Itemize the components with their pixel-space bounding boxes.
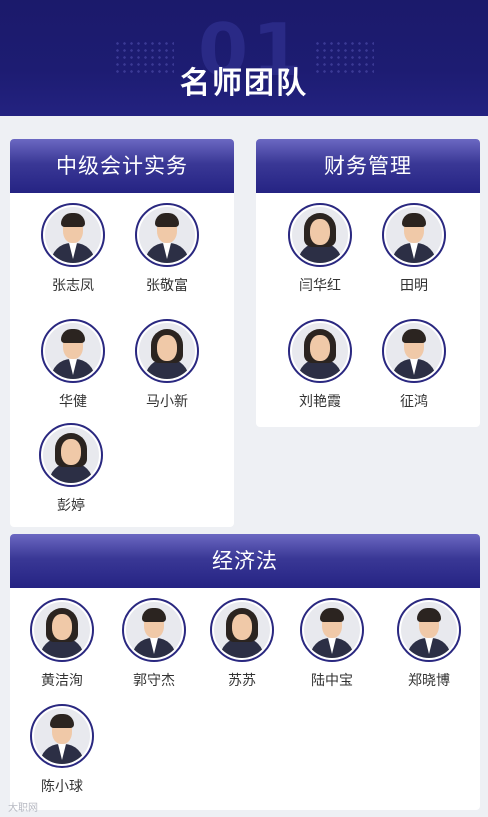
teacher-card[interactable]: 刘艳霞 (280, 319, 360, 411)
teacher-card[interactable]: 郭守杰 (114, 598, 194, 690)
teacher-card[interactable]: 华健 (33, 319, 113, 411)
teacher-name: 郑晓博 (408, 673, 450, 689)
teacher-name: 张志凤 (52, 278, 94, 294)
teacher-name: 陈小球 (41, 779, 83, 795)
panel-title-zhongji: 中级会计实务 (10, 139, 234, 193)
teacher-card[interactable]: 黄洁洵 (22, 598, 102, 690)
teacher-avatar (30, 598, 94, 662)
panel-caiwu: 财务管理 闫华红 田明 刘艳霞 征鸿 (256, 139, 480, 427)
teacher-avatar (382, 319, 446, 383)
teacher-name: 苏苏 (228, 673, 256, 689)
teacher-card[interactable]: 闫华红 (280, 203, 360, 295)
teacher-card[interactable]: 苏苏 (202, 598, 282, 690)
teacher-name: 田明 (400, 278, 428, 294)
teacher-avatar (122, 598, 186, 662)
teacher-avatar (135, 203, 199, 267)
teacher-name: 刘艳霞 (299, 394, 341, 410)
teacher-name: 黄洁洵 (41, 673, 83, 689)
teacher-avatar (135, 319, 199, 383)
page-header: 01 名师团队 (0, 0, 488, 116)
teacher-card[interactable]: 陆中宝 (292, 598, 372, 690)
teacher-avatar (300, 598, 364, 662)
teacher-card[interactable]: 陈小球 (22, 704, 102, 796)
page-title: 名师团队 (180, 66, 308, 101)
teacher-name: 马小新 (146, 394, 188, 410)
teacher-card[interactable]: 张志凤 (33, 203, 113, 295)
watermark: 大职网 (8, 803, 38, 814)
panel-jingji: 经济法 黄洁洵 郭守杰 苏苏 陆中宝 郑晓博 陈小球 (10, 534, 480, 810)
teacher-avatar (39, 423, 103, 487)
teacher-avatar (397, 598, 461, 662)
teacher-name: 彭婷 (57, 498, 85, 514)
teacher-avatar (210, 598, 274, 662)
teacher-card[interactable]: 征鸿 (374, 319, 454, 411)
teacher-avatar (288, 203, 352, 267)
teacher-card[interactable]: 彭婷 (31, 423, 111, 515)
teacher-card[interactable]: 郑晓博 (389, 598, 469, 690)
panel-title-caiwu: 财务管理 (256, 139, 480, 193)
teacher-avatar (382, 203, 446, 267)
teacher-name: 闫华红 (299, 278, 341, 294)
teacher-name: 征鸿 (400, 394, 428, 410)
teacher-avatar (288, 319, 352, 383)
teacher-card[interactable]: 张敬富 (127, 203, 207, 295)
teacher-avatar (30, 704, 94, 768)
teacher-name: 张敬富 (146, 278, 188, 294)
panel-title-jingji: 经济法 (10, 534, 480, 588)
teacher-avatar (41, 319, 105, 383)
teacher-name: 陆中宝 (311, 673, 353, 689)
teacher-name: 华健 (59, 394, 87, 410)
teacher-name: 郭守杰 (133, 673, 175, 689)
panel-zhongji: 中级会计实务 张志凤 张敬富 华健 马小新 彭婷 (10, 139, 234, 527)
teacher-card[interactable]: 马小新 (127, 319, 207, 411)
teacher-card[interactable]: 田明 (374, 203, 454, 295)
teacher-avatar (41, 203, 105, 267)
